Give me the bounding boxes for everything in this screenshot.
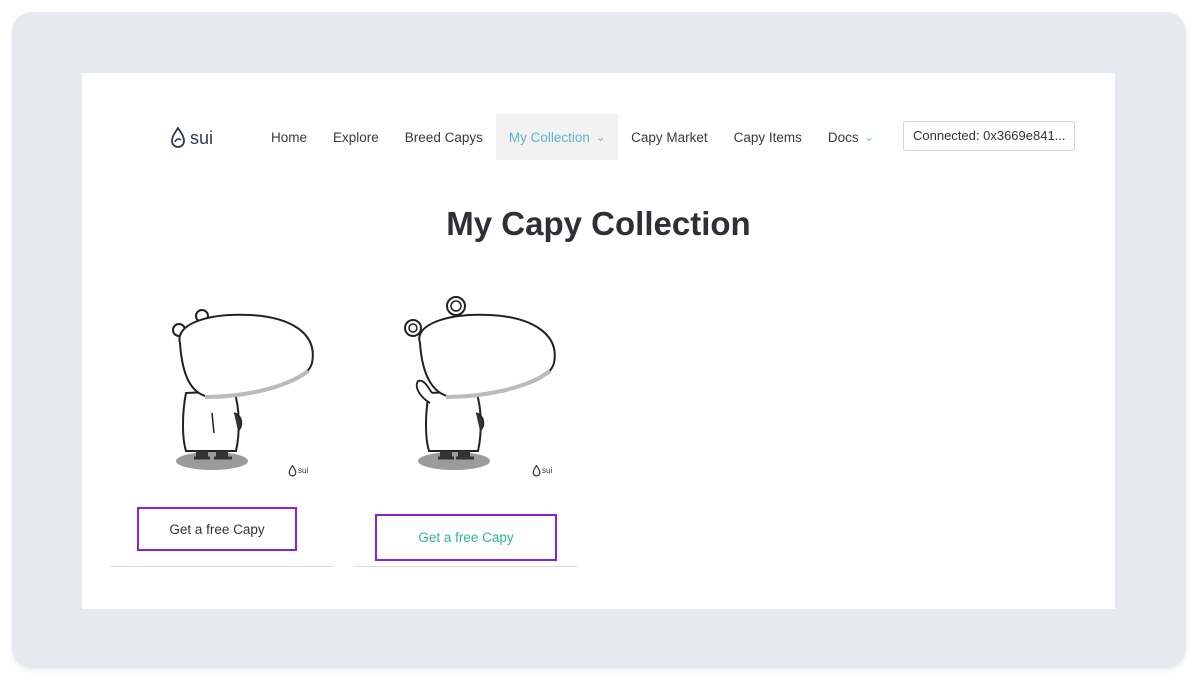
get-free-capy-button[interactable]: Get a free Capy <box>137 507 297 551</box>
nav-home[interactable]: Home <box>258 114 320 160</box>
nav-capy-items[interactable]: Capy Items <box>721 114 815 160</box>
sui-logo[interactable]: sui <box>170 123 213 153</box>
wallet-connect-button[interactable]: Connected: 0x3669e841... <box>903 121 1075 151</box>
nav-my-collection-label: My Collection <box>508 129 590 145</box>
capy-card: sui Get a free Capy <box>110 293 333 567</box>
nav-capy-items-label: Capy Items <box>733 129 802 145</box>
sui-watermark-icon <box>288 465 297 477</box>
nav-breed-capys[interactable]: Breed Capys <box>392 114 496 160</box>
app-page: sui Home Explore Breed Capys My Collecti… <box>82 73 1115 609</box>
sui-watermark-icon <box>532 465 541 477</box>
capy-image <box>172 309 314 470</box>
nav-explore-label: Explore <box>333 129 379 145</box>
main-nav: Home Explore Breed Capys My Collection ⌄… <box>258 114 887 160</box>
nav-docs-label: Docs <box>827 129 859 145</box>
nav-capy-market-label: Capy Market <box>631 129 708 145</box>
chevron-down-icon: ⌄ <box>595 131 606 144</box>
sui-drop-icon <box>171 127 185 148</box>
logo-text: sui <box>190 127 214 148</box>
chevron-down-icon: ⌄ <box>864 131 874 144</box>
capy-card: sui Get a free Capy <box>354 293 577 567</box>
nav-my-collection[interactable]: My Collection ⌄ <box>495 114 619 160</box>
nav-docs[interactable]: Docs ⌄ <box>815 114 887 160</box>
page-title: My Capy Collection <box>446 205 751 242</box>
nav-breed-capys-label: Breed Capys <box>404 129 483 145</box>
nav-explore[interactable]: Explore <box>320 114 392 160</box>
sui-watermark-text: sui <box>542 466 553 475</box>
get-free-capy-button[interactable]: Get a free Capy <box>375 514 557 561</box>
nav-home-label: Home <box>271 129 308 145</box>
sui-watermark-text: sui <box>298 466 309 475</box>
capy-image <box>404 296 556 470</box>
nav-capy-market[interactable]: Capy Market <box>618 114 721 160</box>
